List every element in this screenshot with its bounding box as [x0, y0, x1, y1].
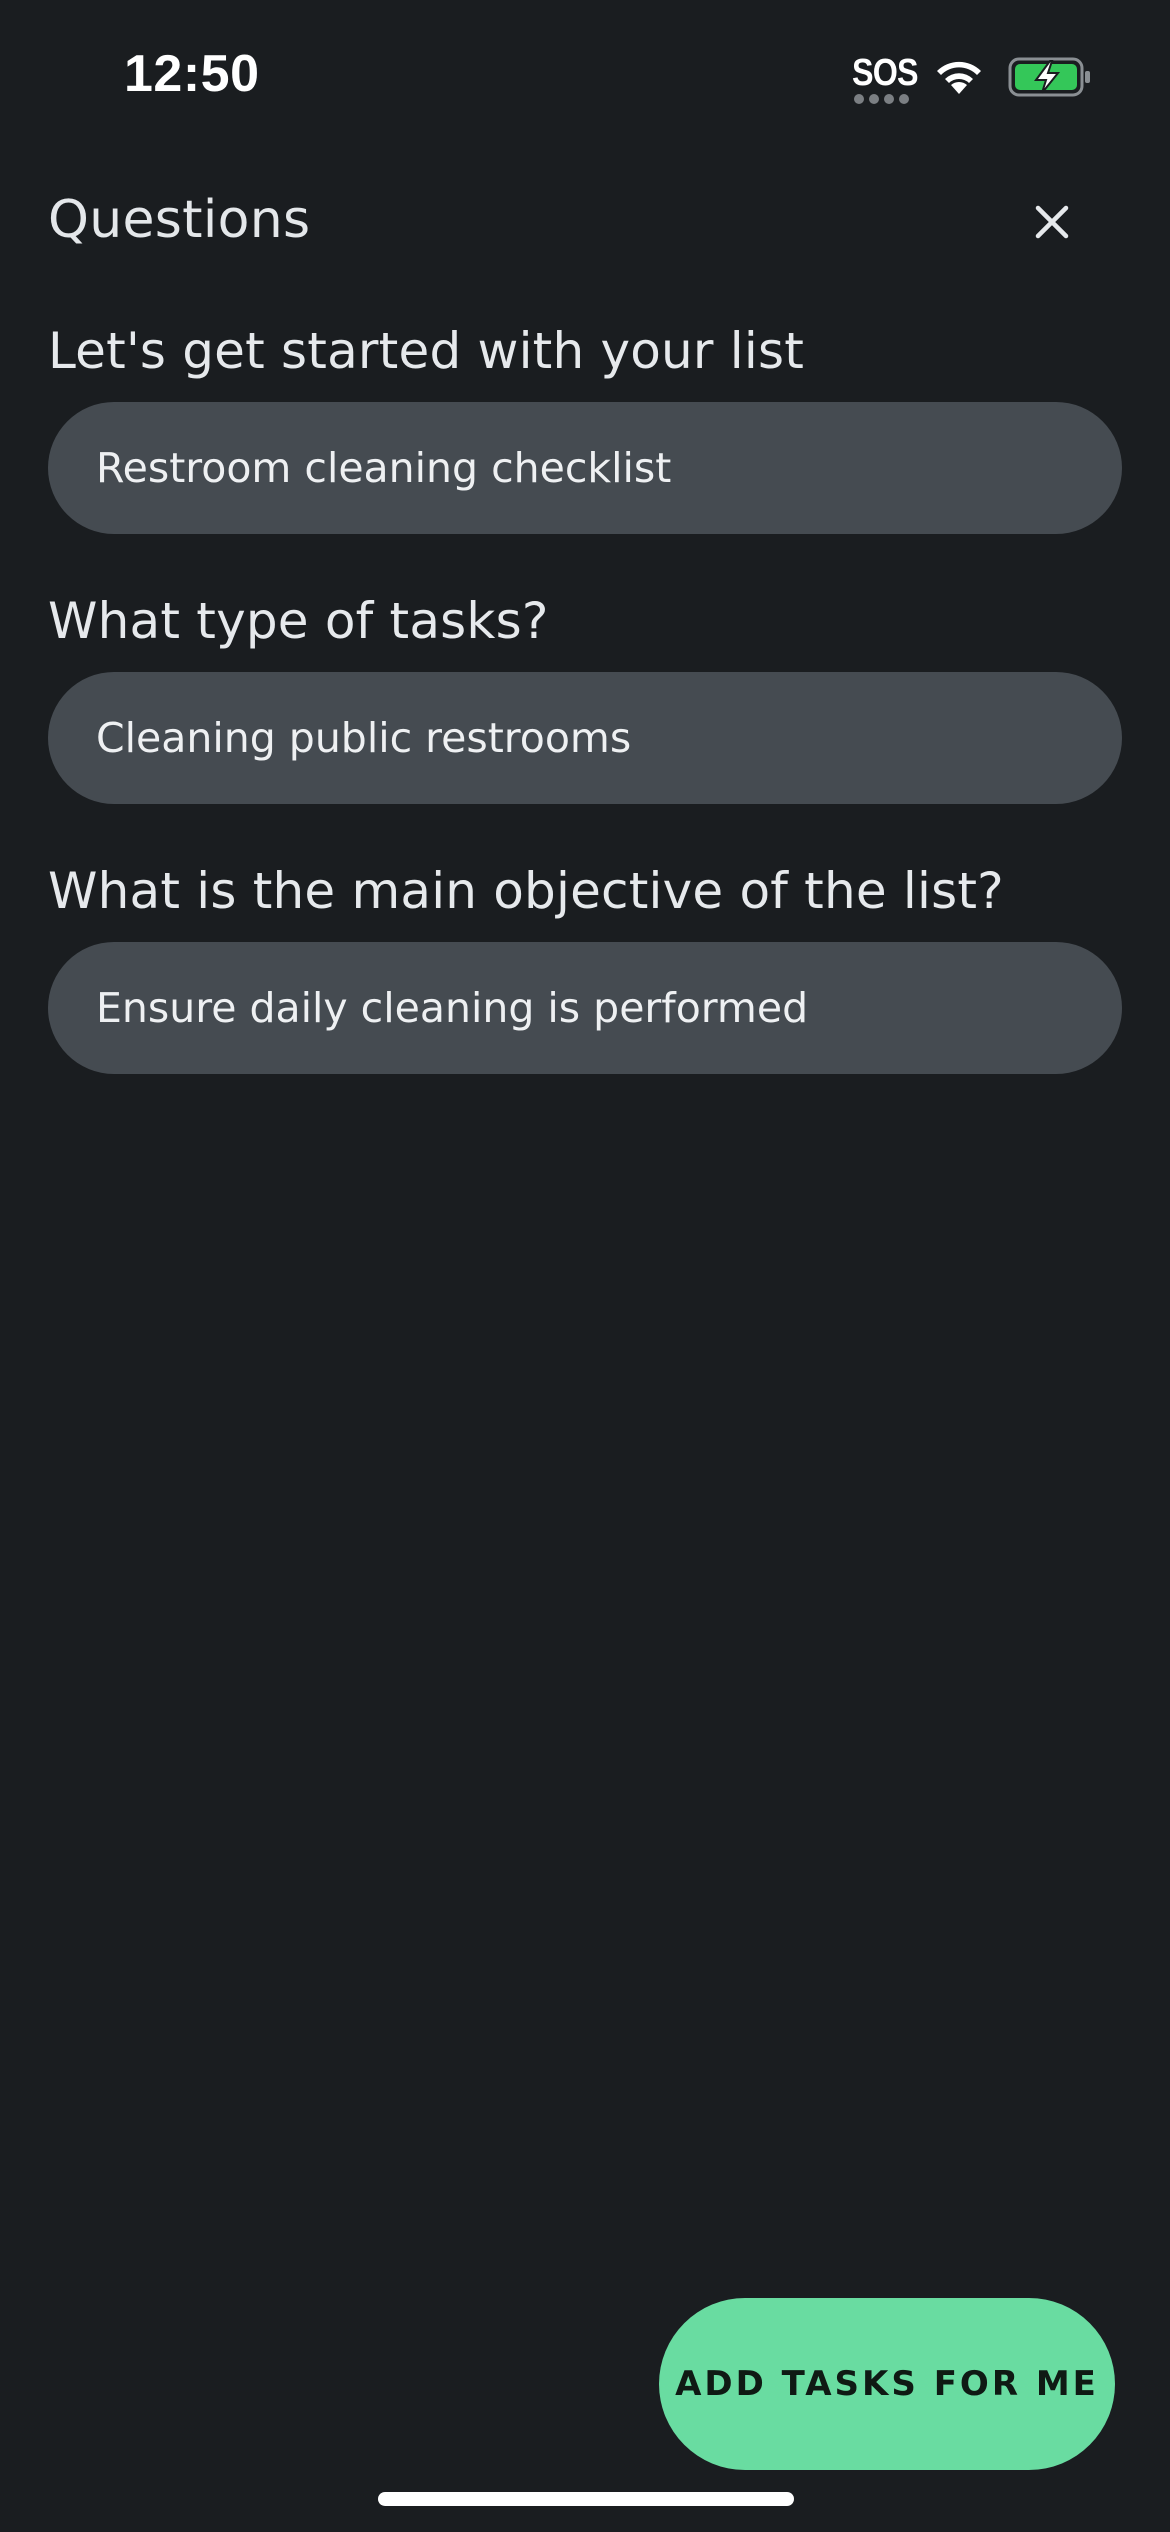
- close-icon: [1035, 205, 1069, 239]
- page-title: Questions: [48, 190, 311, 250]
- objective-input[interactable]: [48, 942, 1122, 1074]
- task-type-input[interactable]: [48, 672, 1122, 804]
- add-tasks-button[interactable]: ADD TASKS FOR ME: [659, 2298, 1115, 2470]
- question-label-objective: What is the main objective of the list?: [48, 862, 1004, 920]
- status-time: 12:50: [124, 45, 260, 103]
- sos-label: SOS: [852, 52, 919, 94]
- list-name-input[interactable]: [48, 402, 1122, 534]
- battery-charging-icon: [1008, 57, 1090, 97]
- close-button[interactable]: [1022, 192, 1082, 252]
- question-label-list-name: Let's get started with your list: [48, 322, 805, 380]
- sos-indicator: SOS: [852, 52, 919, 106]
- home-indicator[interactable]: [378, 2492, 794, 2506]
- wifi-icon: [937, 61, 981, 94]
- question-label-task-type: What type of tasks?: [48, 592, 549, 650]
- signal-dots-icon: [854, 94, 909, 104]
